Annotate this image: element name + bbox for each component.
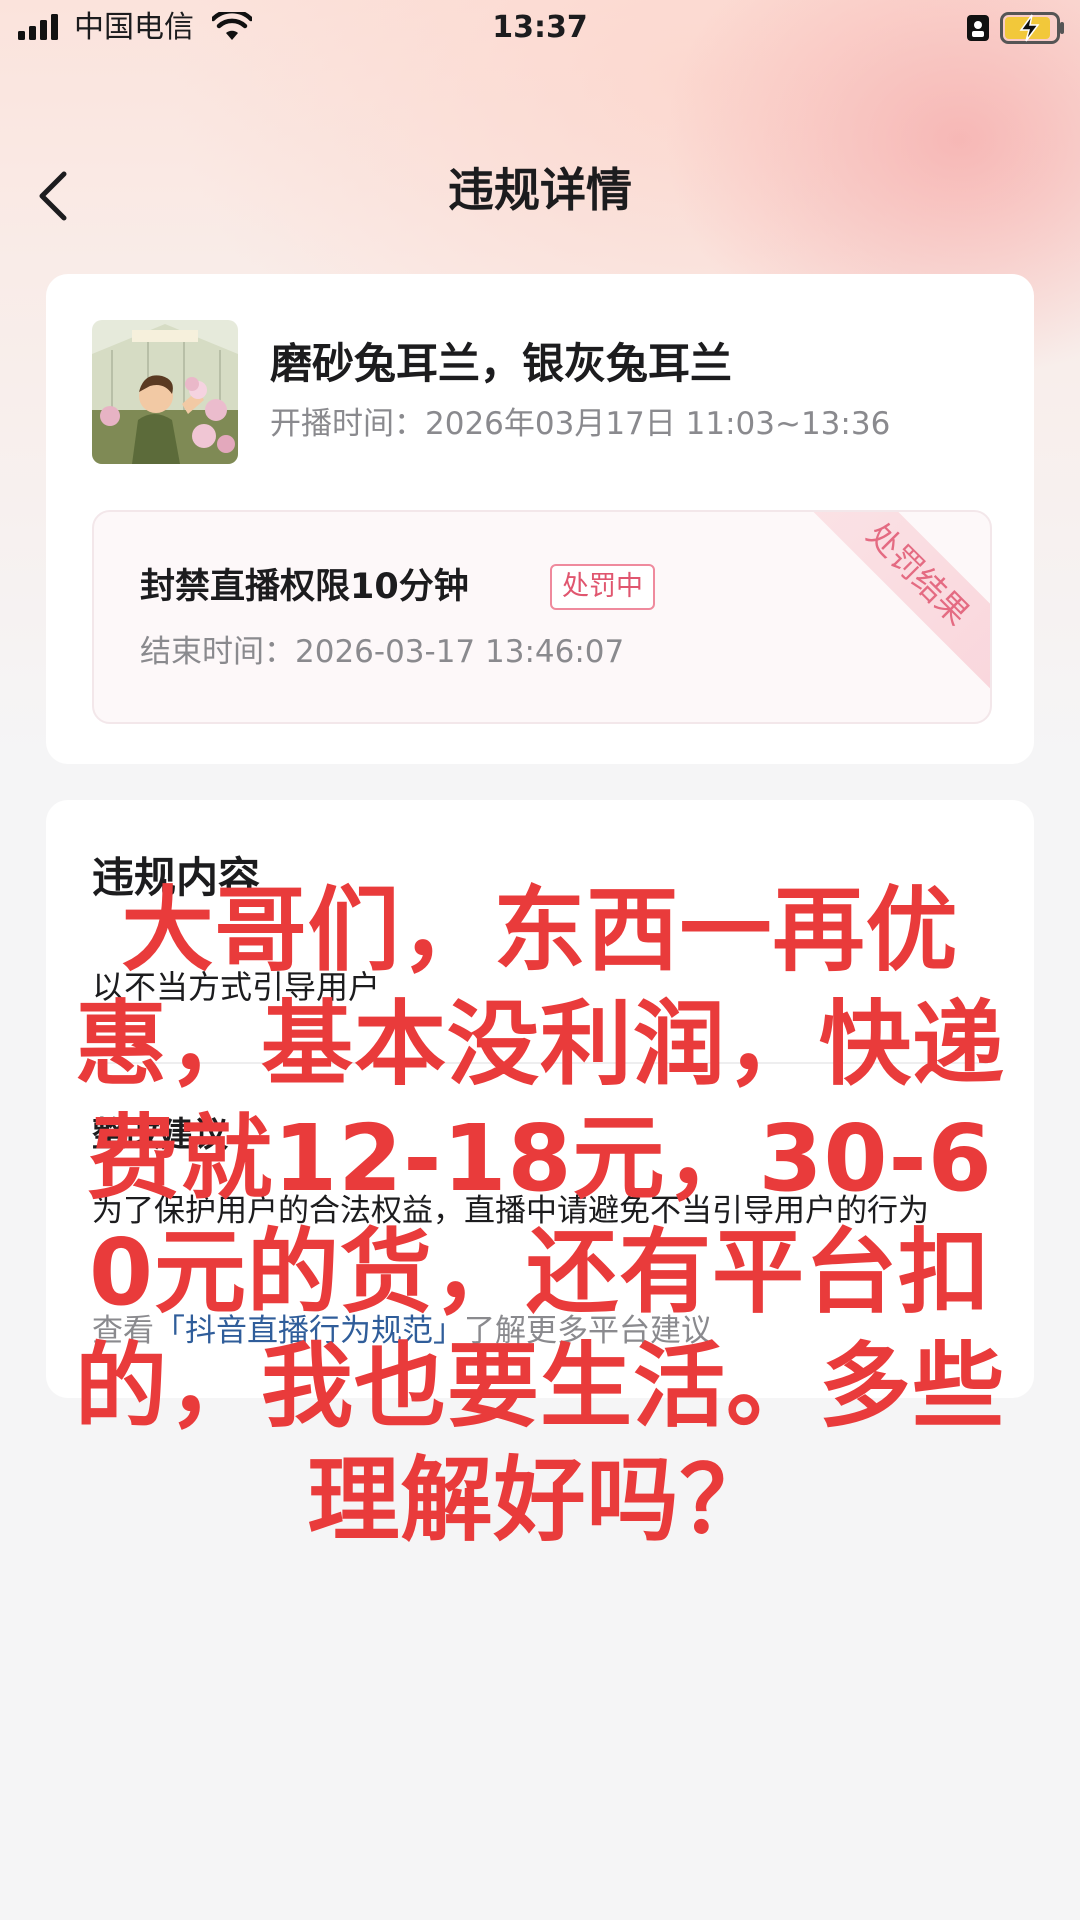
penalty-result-ribbon: 处罚结果 xyxy=(790,512,990,702)
penalty-end-time: 结束时间：2026-03-17 13:46:07 xyxy=(140,634,625,670)
live-title: 磨砂兔耳兰，银灰兔耳兰 xyxy=(270,339,733,388)
wifi-icon xyxy=(212,12,252,40)
battery-charging-icon xyxy=(1000,12,1064,44)
live-session-card: 磨砂兔耳兰，银灰兔耳兰 开播时间：2026年03月17日 11:03~13:36… xyxy=(46,274,1034,764)
live-time: 开播时间：2026年03月17日 11:03~13:36 xyxy=(270,406,891,442)
penalty-status-badge: 处罚中 xyxy=(550,564,655,610)
lock-icon xyxy=(967,15,989,41)
carrier-name: 中国电信 xyxy=(74,10,194,45)
overlay-caption: 大哥们，东西一再优惠，基本没利润，快递费就12-18元，30-60元的货，还有平… xyxy=(74,877,1005,1554)
status-bar: 中国电信 13:37 xyxy=(0,0,1080,60)
page-title: 违规详情 xyxy=(448,163,632,217)
live-cover-image[interactable] xyxy=(92,320,238,464)
penalty-text: 封禁直播权限10分钟 xyxy=(140,567,469,607)
signal-icon xyxy=(18,14,58,40)
penalty-result-box: 处罚结果 封禁直播权限10分钟 处罚中 结束时间：2026-03-17 13:4… xyxy=(92,510,992,724)
clock: 13:37 xyxy=(492,10,588,45)
